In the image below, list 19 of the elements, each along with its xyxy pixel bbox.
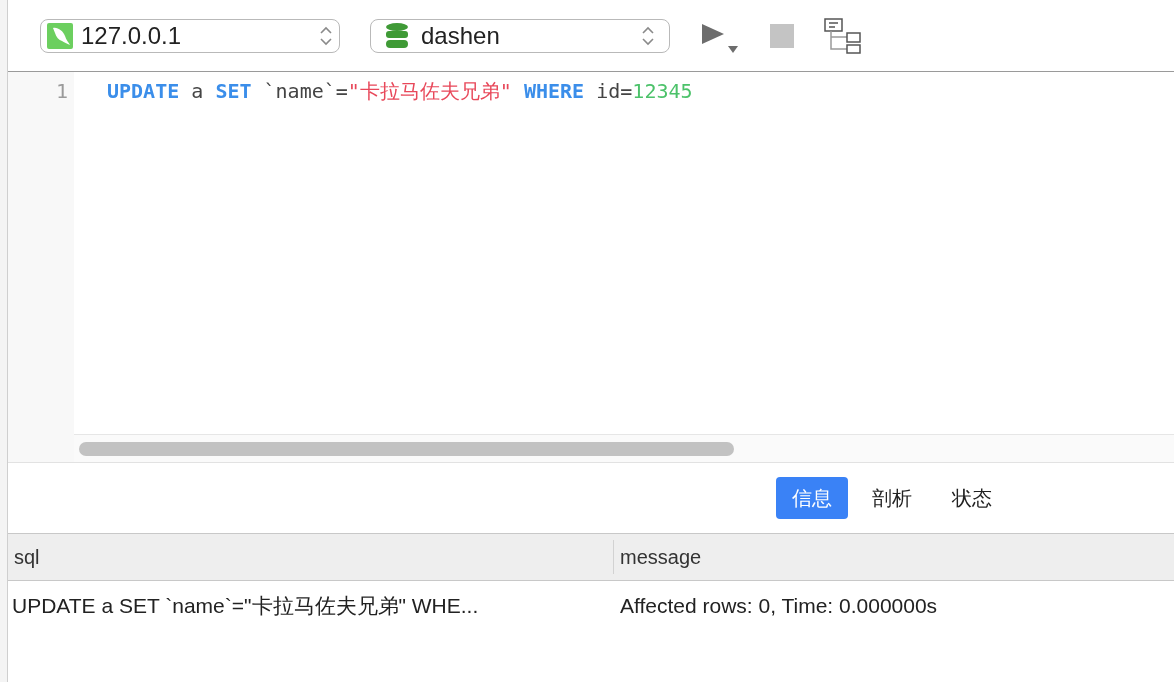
result-tab[interactable]: 信息 (776, 477, 848, 519)
column-header[interactable]: message (614, 540, 1174, 574)
code-line: UPDATE a SET `name`="卡拉马佐夫兄弟" WHERE id=12345 (107, 78, 694, 104)
table-cell-text: Affected rows: 0, Time: 0.000000s (619, 593, 939, 620)
column-header[interactable]: sql (8, 540, 614, 574)
tree-icon[interactable] (824, 17, 862, 54)
database-value: dashen (421, 20, 501, 51)
stepper-icon (319, 24, 333, 47)
dolphin-icon (47, 22, 73, 49)
connection-value: 127.0.0.1 (81, 20, 183, 51)
result-tab[interactable]: 状态 (936, 477, 1008, 519)
database-icon (385, 21, 409, 50)
result-tab[interactable]: 剖析 (856, 477, 928, 519)
line-number: 1 (55, 78, 68, 104)
scrollbar-thumb[interactable] (79, 441, 734, 456)
stepper-icon (641, 24, 655, 47)
table-cell-text: UPDATE a SET `name`="卡拉马佐夫兄弟" WHE... (11, 593, 480, 620)
database-select[interactable]: dashen (370, 18, 670, 53)
connection-select[interactable]: 127.0.0.1 (40, 18, 340, 53)
